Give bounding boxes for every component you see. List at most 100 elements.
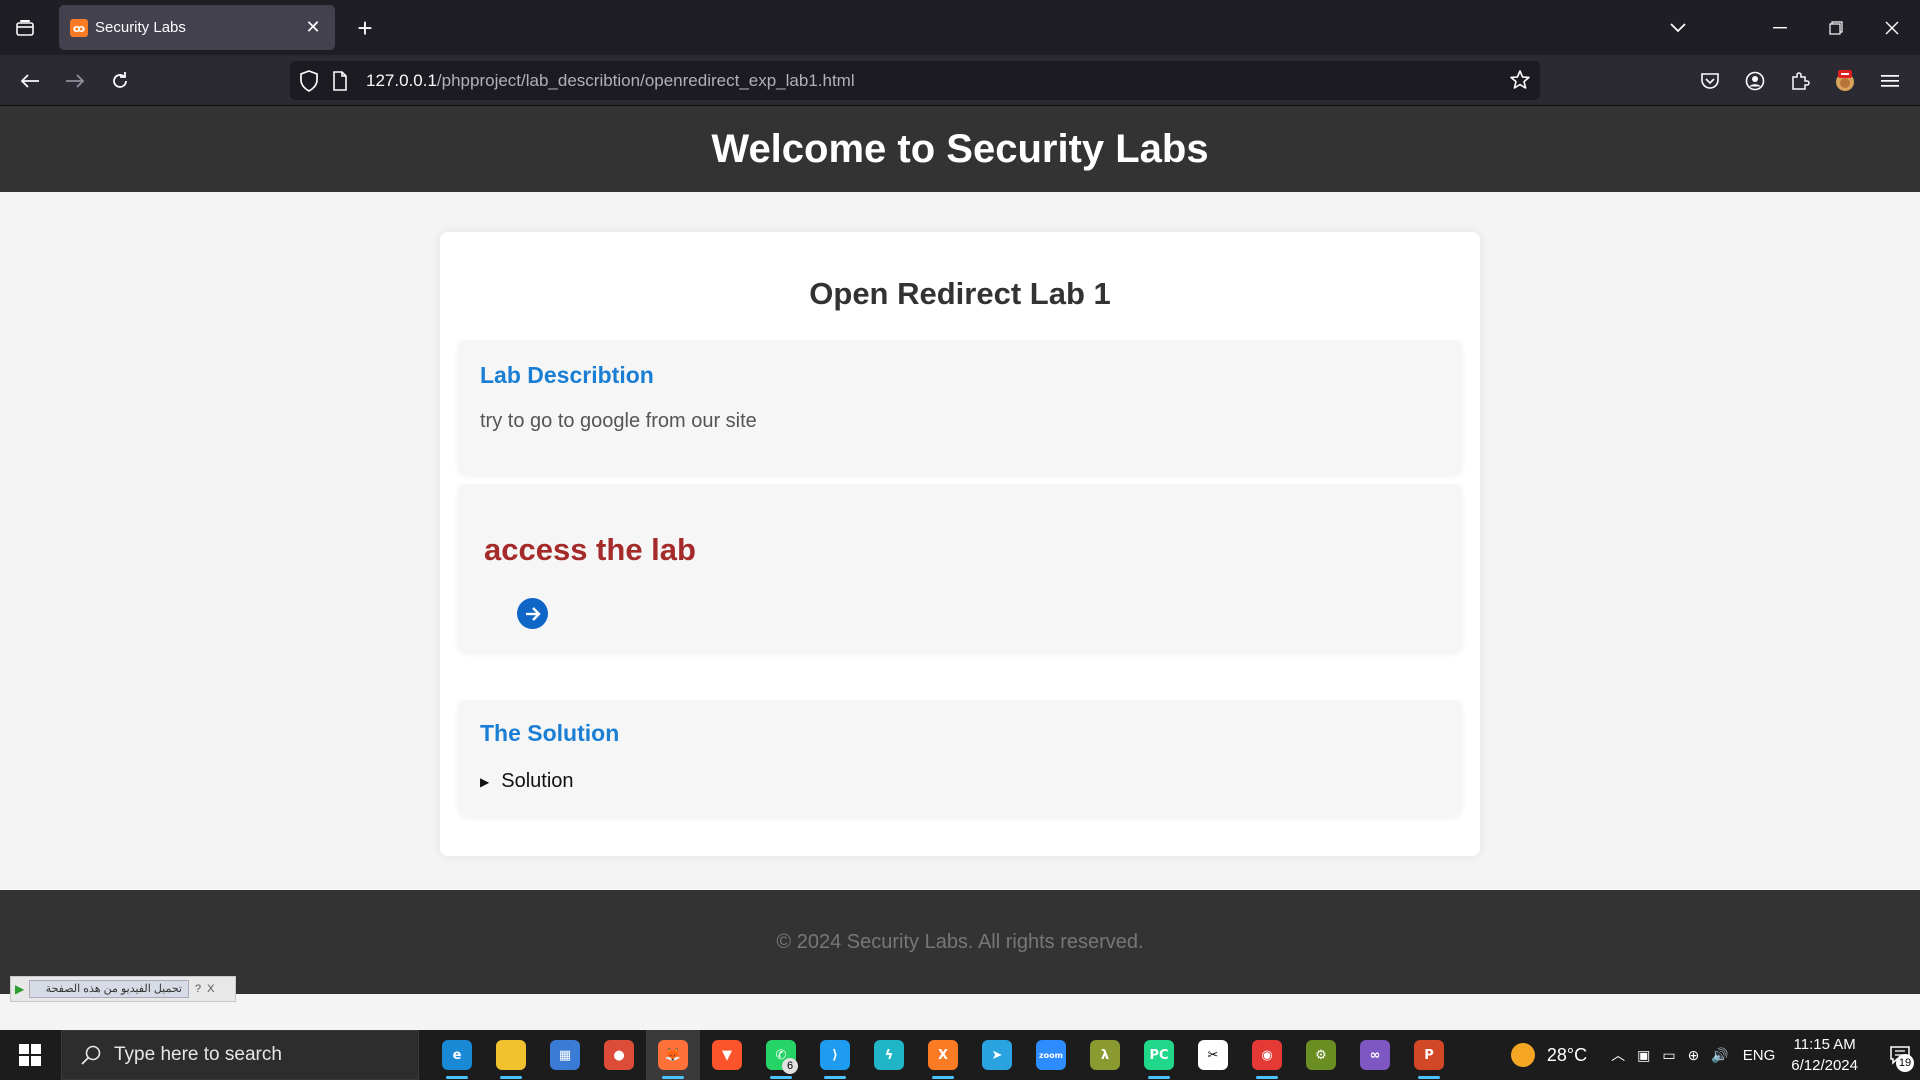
pycharm-icon: PC: [1144, 1040, 1174, 1070]
xampp-favicon-icon: ꝏ: [70, 19, 88, 37]
account-icon[interactable]: [1739, 65, 1771, 97]
sun-icon: [1510, 1043, 1535, 1067]
clock-time: 11:15 AM: [1793, 1036, 1856, 1053]
edge-icon: e: [442, 1040, 472, 1070]
close-icon[interactable]: X: [207, 983, 214, 995]
disclosure-triangle-icon: ▶: [480, 774, 490, 789]
taskbar-app-chrome[interactable]: ●: [592, 1030, 646, 1080]
minimize-icon[interactable]: [1752, 0, 1808, 55]
notification-center-icon[interactable]: 19: [1880, 1030, 1920, 1080]
site-title: Welcome to Security Labs: [711, 126, 1209, 171]
taskbar-app-store[interactable]: ▦: [538, 1030, 592, 1080]
taskbar-app-file-explorer[interactable]: [484, 1030, 538, 1080]
browser-toolbar-right: [1694, 55, 1920, 106]
lab-description-card: Lab Describtion try to go to google from…: [458, 340, 1462, 474]
browser-navigation-bar: 127.0.0.1/phpproject/lab_describtion/ope…: [0, 55, 1920, 106]
tab-close-icon[interactable]: ✕: [301, 15, 325, 39]
start-button[interactable]: [0, 1030, 60, 1080]
system-tray: 28°C ︿ ▣ ▭ ⊕ 🔊 ENG 11:15 AM 6/12/2024 19: [1510, 1030, 1920, 1080]
lab-container: Open Redirect Lab 1 Lab Describtion try …: [440, 232, 1480, 856]
taskbar-app-whatsapp[interactable]: ✆ 6: [754, 1030, 808, 1080]
volume-icon[interactable]: 🔊: [1711, 1047, 1728, 1064]
restore-icon[interactable]: [1808, 0, 1864, 55]
ublock-extension-icon[interactable]: [1829, 65, 1861, 97]
close-window-icon[interactable]: [1864, 0, 1920, 55]
browser-tab-active[interactable]: ꝏ Security Labs ✕: [59, 5, 335, 50]
running-indicator: [500, 1076, 522, 1079]
telegram-icon: ➤: [982, 1040, 1012, 1070]
taskbar-search-box[interactable]: Type here to search: [61, 1030, 419, 1080]
search-placeholder: Type here to search: [114, 1044, 282, 1065]
help-icon[interactable]: ?: [195, 983, 201, 995]
taskbar-app-tool[interactable]: ⚙: [1294, 1030, 1348, 1080]
url-text[interactable]: 127.0.0.1/phpproject/lab_describtion/ope…: [366, 71, 855, 91]
tab-list-icon[interactable]: [10, 14, 40, 42]
solution-toggle[interactable]: ▶ Solution: [480, 770, 574, 793]
clock-date: 6/12/2024: [1791, 1057, 1858, 1074]
notification-count: 19: [1896, 1054, 1914, 1072]
access-lab-arrow-icon[interactable]: [517, 598, 548, 629]
chevron-up-icon[interactable]: ︿: [1611, 1045, 1625, 1065]
footer-copyright: © 2024 Security Labs. All rights reserve…: [776, 930, 1144, 953]
running-indicator: [770, 1076, 792, 1079]
new-tab-button[interactable]: +: [350, 13, 380, 43]
meet-now-icon[interactable]: ▣: [1637, 1047, 1650, 1064]
reload-icon[interactable]: [104, 65, 136, 97]
weather-widget[interactable]: 28°C: [1510, 1043, 1587, 1067]
lambda-icon: λ: [1090, 1040, 1120, 1070]
web-page: Welcome to Security Labs Open Redirect L…: [0, 106, 1920, 994]
vscode-icon: ⟩: [820, 1040, 850, 1070]
windows-taskbar: Type here to search e ▦ ● 🦊 ▼ ✆ 6 ⟩ ϟ X ➤ zoom λ PC ✂ ◉…: [0, 1030, 1920, 1080]
taskbar-app-xampp[interactable]: X: [916, 1030, 970, 1080]
site-footer: © 2024 Security Labs. All rights reserve…: [0, 890, 1920, 994]
list-all-tabs-icon[interactable]: [1650, 0, 1706, 55]
file-explorer-icon: [496, 1040, 526, 1070]
taskbar-app-brave[interactable]: ▼: [700, 1030, 754, 1080]
running-indicator: [1256, 1076, 1278, 1079]
taskbar-app-powerpoint[interactable]: P: [1402, 1030, 1456, 1080]
address-bar[interactable]: 127.0.0.1/phpproject/lab_describtion/ope…: [290, 61, 1540, 100]
running-indicator: [662, 1076, 684, 1079]
taskbar-app-recorder[interactable]: ◉: [1240, 1030, 1294, 1080]
window-controls: [1650, 0, 1920, 55]
running-indicator: [932, 1076, 954, 1079]
running-indicator: [1418, 1076, 1440, 1079]
forward-arrow-icon[interactable]: [59, 65, 91, 97]
tab-title: Security Labs: [95, 19, 186, 36]
chrome-icon: ●: [604, 1040, 634, 1070]
running-indicator: [1148, 1076, 1170, 1079]
url-host: 127.0.0.1: [366, 71, 437, 90]
taskbar-app-telegram[interactable]: ➤: [970, 1030, 1024, 1080]
back-arrow-icon[interactable]: [14, 65, 46, 97]
tracking-protection-shield-icon[interactable]: [299, 70, 319, 97]
pocket-icon[interactable]: [1694, 65, 1726, 97]
bookmark-star-icon[interactable]: [1509, 69, 1531, 96]
solution-summary: Solution: [501, 770, 574, 792]
powerpoint-icon: P: [1414, 1040, 1444, 1070]
tool-icon: ⚙: [1306, 1040, 1336, 1070]
taskbar-app-bolt[interactable]: ϟ: [862, 1030, 916, 1080]
solution-card: The Solution ▶ Solution: [458, 700, 1462, 816]
battery-icon[interactable]: ▭: [1662, 1047, 1675, 1064]
taskbar-app-firefox[interactable]: 🦊: [646, 1030, 700, 1080]
clock[interactable]: 11:15 AM 6/12/2024: [1791, 1034, 1858, 1076]
search-icon: [81, 1045, 101, 1065]
download-video-label[interactable]: تحميل الفيديو من هذه الصفحة: [29, 980, 189, 998]
recorder-icon: ◉: [1252, 1040, 1282, 1070]
taskbar-app-edge[interactable]: e: [430, 1030, 484, 1080]
taskbar-app-lambda[interactable]: λ: [1078, 1030, 1132, 1080]
taskbar-app-visual-studio[interactable]: ∞: [1348, 1030, 1402, 1080]
extensions-puzzle-icon[interactable]: [1784, 65, 1816, 97]
taskbar-app-capcut[interactable]: ✂: [1186, 1030, 1240, 1080]
taskbar-app-pycharm[interactable]: PC: [1132, 1030, 1186, 1080]
network-globe-icon[interactable]: ⊕: [1688, 1047, 1700, 1064]
menu-hamburger-icon[interactable]: [1874, 65, 1906, 97]
video-download-extension-bar: ▶ تحميل الفيديو من هذه الصفحة ? X: [10, 976, 236, 1002]
taskbar-app-zoom[interactable]: zoom: [1024, 1030, 1078, 1080]
page-info-icon[interactable]: [332, 71, 348, 96]
access-lab-card: access the lab: [458, 484, 1462, 652]
taskbar-app-vscode[interactable]: ⟩: [808, 1030, 862, 1080]
description-text: try to go to google from our site: [480, 410, 757, 432]
input-language[interactable]: ENG: [1743, 1047, 1776, 1064]
access-lab-heading: access the lab: [484, 532, 696, 567]
